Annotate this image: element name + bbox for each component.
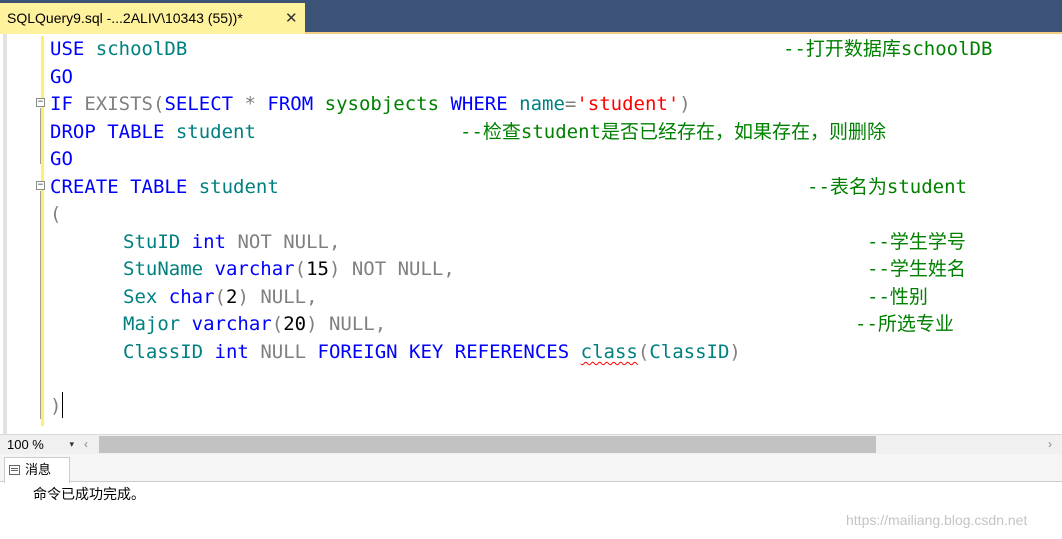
code-line-9: StuName varchar(15) NOT NULL, — [123, 258, 455, 280]
tab-messages[interactable]: 消息 — [4, 457, 70, 483]
scroll-left-icon[interactable]: ‹ — [84, 435, 88, 454]
code-comment-4: --检查student是否已经存在，如果存在，则删除 — [460, 121, 886, 143]
query-tab-title: SQLQuery9.sql -...2ALIV\10343 (55))* — [7, 10, 243, 26]
code-line-10: Sex char(2) NULL, — [123, 286, 318, 308]
code-line-11: Major varchar(20) NULL, — [123, 313, 387, 335]
code-comment-8: --学生学号 — [867, 231, 966, 253]
code-line-6: CREATE TABLE student — [50, 176, 279, 198]
code-line-12: ClassID int NULL FOREIGN KEY REFERENCES … — [123, 341, 741, 363]
code-line-5: GO — [50, 148, 73, 170]
zoom-value: 100 % — [7, 437, 44, 452]
sql-editor[interactable]: − − USE schoolDB --打开数据库schoolDB GO IF E… — [0, 34, 1062, 434]
query-tab[interactable]: SQLQuery9.sql -...2ALIV\10343 (55))* ✕ — [0, 3, 305, 34]
horizontal-scrollbar-thumb[interactable] — [99, 436, 876, 453]
tab-messages-label: 消息 — [25, 462, 52, 477]
code-line-7: ( — [50, 203, 62, 225]
messages-icon — [9, 465, 20, 475]
code-line-8: StuID int NOT NULL, — [123, 231, 341, 253]
code-comment-10: --性别 — [867, 286, 928, 308]
collapse-if-icon[interactable]: − — [36, 98, 45, 107]
code-line-2: GO — [50, 66, 73, 88]
change-tracking-bar — [41, 36, 44, 426]
code-comment-9: --学生姓名 — [867, 258, 966, 280]
document-tab-strip: SQLQuery9.sql -...2ALIV\10343 (55))* ✕ — [0, 0, 1062, 34]
code-line-1: USE schoolDB — [50, 38, 188, 60]
fold-guide-line — [40, 191, 41, 419]
editor-status-bar: 100 % ▾ ‹ › — [0, 434, 1062, 454]
selection-margin — [3, 34, 7, 434]
code-comment-6: --表名为student — [807, 176, 967, 198]
close-tab-icon[interactable]: ✕ — [285, 3, 298, 34]
code-line-13: ) — [50, 395, 62, 417]
code-line-3: IF EXISTS(SELECT * FROM sysobjects WHERE… — [50, 93, 691, 115]
scroll-right-icon[interactable]: › — [1048, 435, 1052, 454]
chevron-down-icon: ▾ — [69, 439, 74, 449]
fold-guide-line — [40, 108, 41, 164]
results-tab-strip: 消息 — [0, 454, 1062, 483]
message-text: 命令已成功完成。 — [33, 487, 145, 503]
code-comment-11: --所选专业 — [855, 313, 954, 335]
text-cursor — [62, 392, 63, 418]
code-line-4: DROP TABLE student — [50, 121, 256, 143]
code-comment-1: --打开数据库schoolDB — [783, 38, 993, 60]
collapse-create-table-icon[interactable]: − — [36, 181, 45, 190]
watermark: https://mailiang.blog.csdn.net — [846, 512, 1028, 528]
zoom-dropdown[interactable]: 100 % ▾ — [3, 435, 76, 454]
